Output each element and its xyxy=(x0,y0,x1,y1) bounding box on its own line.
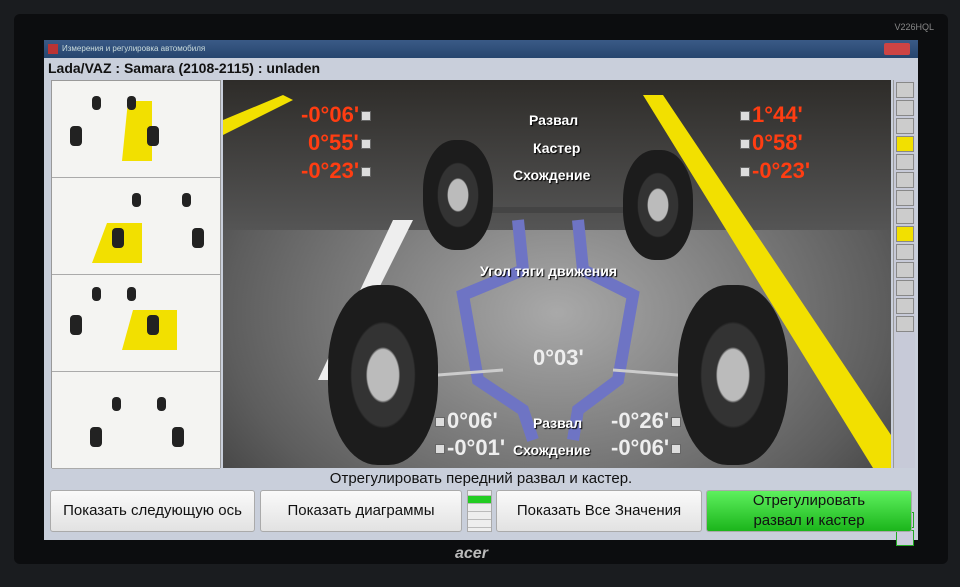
show-diagrams-button[interactable]: Показать диаграммы xyxy=(260,490,462,532)
monitor-model: V226HQL xyxy=(894,22,934,32)
tool-ladder-icon[interactable] xyxy=(896,280,914,296)
tool-wrench-icon[interactable] xyxy=(896,136,914,152)
tool-tolerance-icon[interactable] xyxy=(896,118,914,134)
thumb-rear-left[interactable] xyxy=(52,178,220,275)
thumb-overview[interactable] xyxy=(52,372,220,469)
adjust-camber-caster-button[interactable]: Отрегулировать развал и кастер xyxy=(706,490,912,532)
thrust-angle-label: Угол тяги движения xyxy=(480,263,618,279)
label-camber: Развал xyxy=(529,112,579,128)
tool-active-readings-icon[interactable] xyxy=(896,226,914,242)
adjust-icon xyxy=(740,111,750,122)
front-right-toe: -0°23' xyxy=(738,158,810,184)
rear-right-camber: -0°26' xyxy=(611,408,683,434)
axle-rear-icon[interactable] xyxy=(896,530,914,546)
rear-right-wheel xyxy=(678,285,788,465)
tool-sidebar xyxy=(893,80,915,546)
close-button[interactable] xyxy=(884,43,910,55)
rear-label-camber: Развал xyxy=(533,415,583,431)
tool-readings3-icon[interactable] xyxy=(896,262,914,278)
tool-turn-icon[interactable] xyxy=(896,244,914,260)
adjust-icon xyxy=(740,139,750,150)
window-title: Измерения и регулировка автомобиля xyxy=(62,44,206,53)
rear-left-camber: 0°06' xyxy=(433,408,498,434)
rear-left-wheel xyxy=(328,285,438,465)
thumb-rear-axle[interactable] xyxy=(52,275,220,372)
steering-wheel-icon xyxy=(740,167,750,178)
rear-left-toe: -0°01' xyxy=(433,435,505,461)
thrust-angle-value: 0°03' xyxy=(533,345,584,370)
thumb-front-axle[interactable] xyxy=(52,81,220,178)
tool-readings-icon[interactable] xyxy=(896,154,914,170)
alignment-scene: -0°06' 0°55' -0°23' Развал Кастер Схожде… xyxy=(223,80,891,468)
vehicle-header: Lada/VAZ : Samara (2108-2115) : unladen xyxy=(48,60,321,76)
adjust-icon xyxy=(360,139,371,150)
label-caster: Кастер xyxy=(533,140,581,156)
show-all-values-button[interactable]: Показать Все Значения xyxy=(496,490,702,532)
app-window: Измерения и регулировка автомобиля Lada/… xyxy=(44,40,918,546)
front-right-wheel xyxy=(623,150,693,260)
tool-printer-icon[interactable] xyxy=(896,298,914,314)
front-left-toe: -0°23' xyxy=(301,158,373,184)
front-left-camber: -0°06' xyxy=(301,102,373,128)
steering-wheel-icon xyxy=(361,167,372,178)
rear-right-toe: -0°06' xyxy=(611,435,683,461)
front-left-caster: 0°55' xyxy=(308,130,373,156)
progress-indicator xyxy=(467,490,492,532)
monitor-brand-logo: acer xyxy=(455,545,488,562)
adjust-icon xyxy=(671,417,682,428)
tool-lift-icon[interactable] xyxy=(896,208,914,224)
tool-readings2-icon[interactable] xyxy=(896,190,914,206)
tool-export-icon[interactable] xyxy=(896,316,914,332)
status-message: Отрегулировать передний развал и кастер. xyxy=(329,470,633,487)
tool-runout-icon[interactable] xyxy=(896,172,914,188)
app-icon xyxy=(48,44,58,54)
show-next-axle-button[interactable]: Показать следующую ось xyxy=(50,490,255,532)
front-right-caster: 0°58' xyxy=(738,130,803,156)
adjust-icon xyxy=(435,444,445,455)
adjust-icon xyxy=(671,444,682,455)
title-bar: Измерения и регулировка автомобиля xyxy=(44,40,918,58)
rear-label-toe: Схождение xyxy=(513,442,591,458)
tool-specs-icon[interactable] xyxy=(896,100,914,116)
view-thumbnails xyxy=(51,80,221,469)
adjust-icon xyxy=(435,417,445,428)
front-left-wheel xyxy=(423,140,493,250)
label-toe: Схождение xyxy=(513,167,591,183)
front-right-camber: 1°44' xyxy=(738,102,803,128)
tool-vehicle-icon[interactable] xyxy=(896,82,914,98)
adjust-icon xyxy=(361,111,372,122)
